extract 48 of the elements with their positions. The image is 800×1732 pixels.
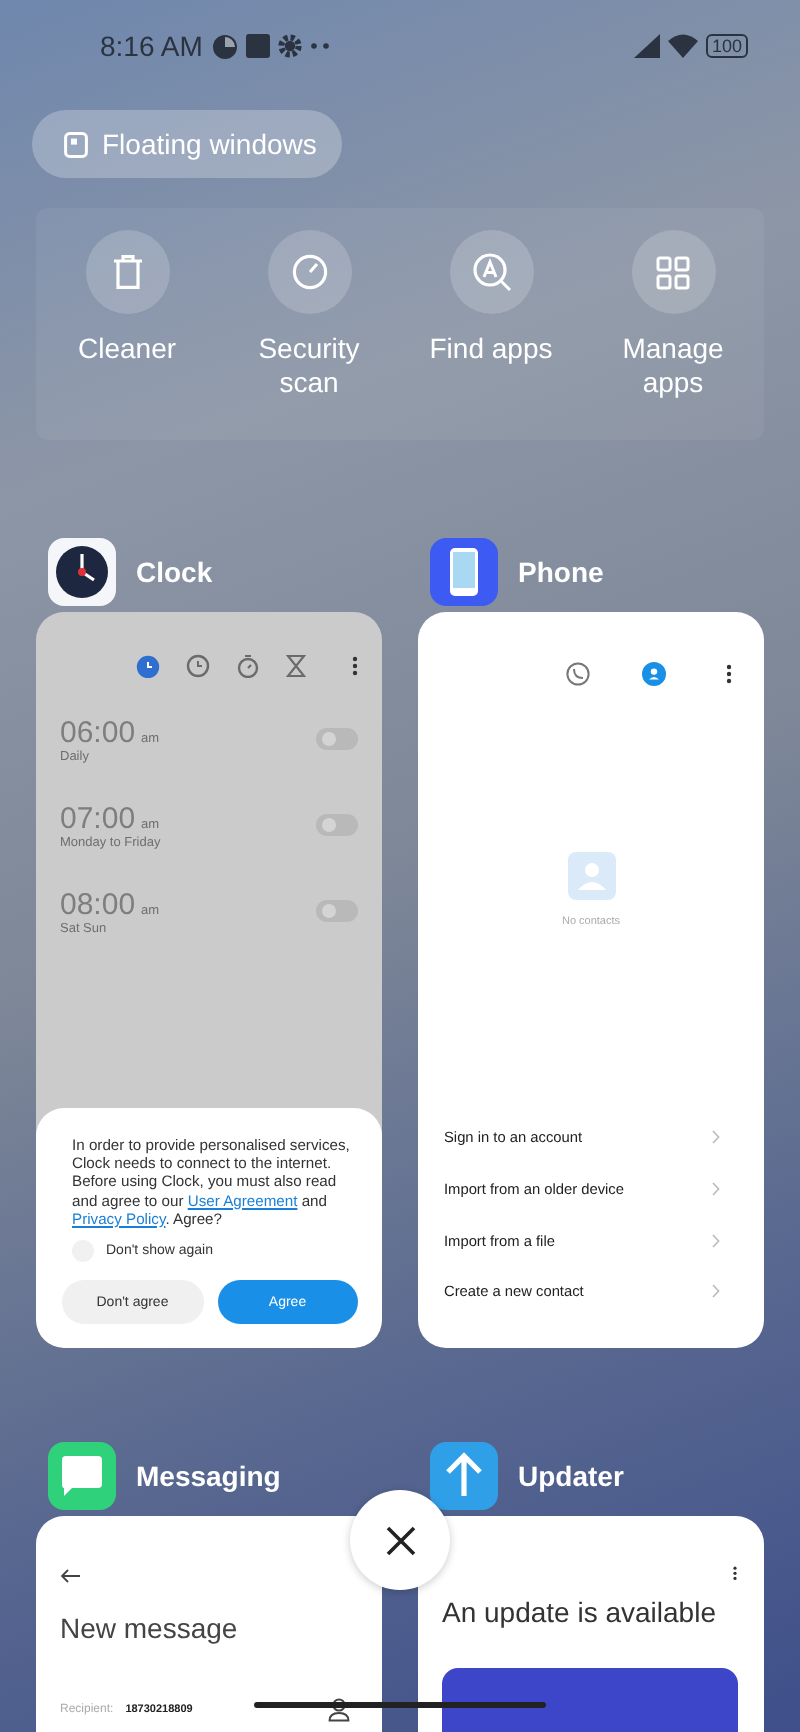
gauge-icon (291, 254, 327, 290)
window-icon (64, 131, 88, 157)
more-icon (310, 42, 331, 50)
clock-app-icon[interactable] (48, 538, 116, 606)
chevron-icon (712, 1233, 720, 1248)
contact-icon[interactable] (328, 1698, 350, 1722)
chevron-icon (712, 1130, 720, 1145)
alarm-time: 06:00 (60, 715, 136, 749)
clock-app-preview[interactable] (36, 612, 382, 1348)
alarm-time: 07:00 (60, 801, 136, 835)
more-options-icon[interactable] (732, 1566, 738, 1581)
app-name: Clock (136, 556, 213, 588)
clock-tab-icon[interactable] (186, 654, 210, 678)
settings-icon (278, 34, 303, 58)
notification-icon (212, 33, 239, 59)
alarm-toggle[interactable] (316, 728, 358, 750)
alarm-toggle[interactable] (316, 900, 358, 922)
updater-app-preview[interactable]: An update is available (418, 1516, 764, 1732)
trash-icon (111, 254, 143, 290)
screen-title: An update is available (442, 1596, 718, 1629)
app-name: Phone (518, 556, 604, 588)
alarm-tab-icon[interactable] (136, 654, 160, 678)
contact-placeholder-icon (567, 852, 615, 900)
status-time: 8:16 AM (100, 30, 203, 62)
messaging-app-icon[interactable] (48, 1442, 116, 1510)
search-icon (471, 252, 511, 292)
back-arrow-icon[interactable] (60, 1568, 80, 1584)
stopwatch-tab-icon[interactable] (236, 654, 260, 678)
signal-icon (633, 34, 660, 58)
alarm-toggle[interactable] (316, 814, 358, 836)
close-icon (385, 1525, 415, 1555)
alarm-time: 08:00 (60, 887, 136, 921)
app-name: Updater (518, 1460, 624, 1492)
chevron-icon (712, 1284, 720, 1299)
phone-app-icon[interactable] (430, 538, 498, 606)
phone-tab-icon[interactable] (566, 662, 590, 686)
screen-title: New message (60, 1612, 240, 1644)
chevron-icon (712, 1182, 720, 1197)
more-options-icon[interactable] (352, 656, 358, 676)
more-options-icon[interactable] (726, 664, 732, 684)
square-icon (246, 34, 271, 58)
app-name: Messaging (136, 1460, 281, 1492)
contact-tab-icon[interactable] (642, 662, 666, 686)
battery-indicator: 100 (705, 34, 748, 58)
wifi-icon (667, 34, 698, 58)
updater-app-icon[interactable] (430, 1442, 498, 1510)
hourglass-tab-icon[interactable] (286, 654, 306, 678)
grid-icon (656, 255, 690, 289)
